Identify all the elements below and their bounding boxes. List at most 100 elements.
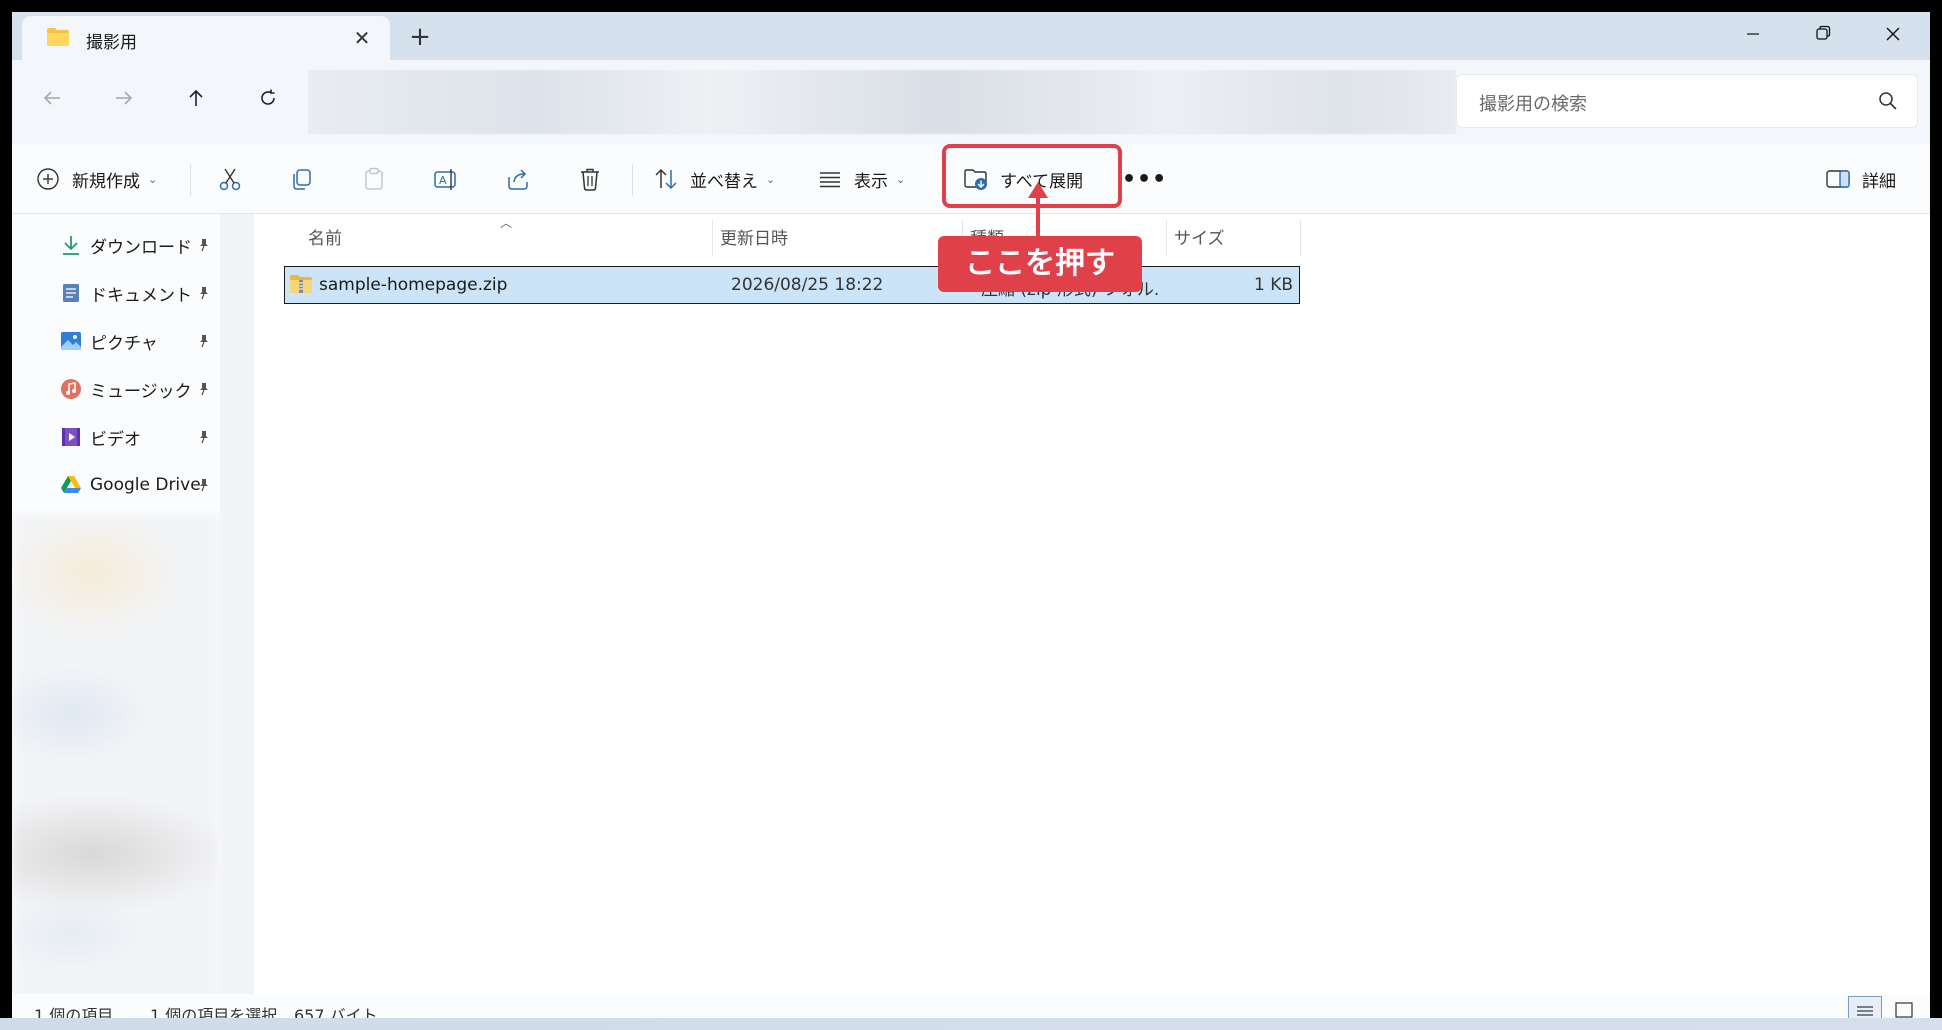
refresh-icon — [261, 89, 275, 105]
pin-icon — [200, 335, 208, 348]
sidebar-item-pictures[interactable]: ピクチャ — [12, 318, 220, 364]
restore-icon — [1816, 25, 1831, 40]
sidebar-item-label: ピクチャ — [90, 333, 158, 354]
search-icon — [1879, 92, 1897, 110]
table-row[interactable]: sample-homepage.zip 2026/08/25 18:22 圧縮 … — [284, 266, 1300, 304]
tab-current-folder[interactable]: 撮影用 ✕ — [22, 16, 390, 60]
list-view-icon — [820, 172, 840, 188]
arrow-left-icon — [43, 91, 60, 105]
sort-ascending-icon: ︿ — [500, 216, 513, 230]
close-icon — [1886, 27, 1900, 41]
chevron-down-icon: ⌄ — [766, 172, 776, 186]
pin-icon — [200, 431, 208, 444]
rename-icon: A — [434, 169, 456, 190]
music-icon — [61, 379, 81, 399]
scissors-icon — [219, 168, 241, 191]
sidebar-blurred-items — [12, 514, 220, 1004]
forward-button[interactable] — [104, 80, 144, 120]
folder-icon — [47, 28, 69, 46]
sidebar-item-label: ビデオ — [90, 429, 141, 450]
paste-button[interactable] — [360, 157, 388, 201]
file-date: 2026/08/25 18:22 — [731, 275, 884, 295]
share-icon — [508, 169, 528, 190]
minimize-icon — [1747, 33, 1759, 35]
sidebar-item-label: Google Drive — [90, 475, 201, 495]
back-button[interactable] — [32, 80, 72, 120]
search-placeholder: 撮影用の検索 — [1479, 94, 1587, 115]
sort-icon — [655, 168, 677, 190]
sidebar-item-google-drive[interactable]: Google Drive — [12, 462, 220, 508]
chevron-down-icon: ⌄ — [896, 172, 906, 186]
separator — [632, 164, 633, 196]
column-divider[interactable] — [1166, 220, 1167, 256]
picture-icon — [61, 332, 81, 350]
details-pane-icon — [1826, 170, 1850, 188]
address-bar[interactable] — [308, 70, 1456, 134]
video-icon — [62, 428, 80, 446]
pin-icon — [200, 287, 208, 300]
refresh-button[interactable] — [248, 80, 288, 120]
more-options-button[interactable]: ••• — [1122, 157, 1167, 201]
sidebar-item-label: ミュージック — [90, 381, 192, 402]
sort-button[interactable]: 並べ替え ⌄ — [652, 157, 775, 201]
svg-text:A: A — [439, 174, 447, 187]
annotation-arrow — [1028, 182, 1048, 242]
sidebar-item-label: ドキュメント — [90, 285, 192, 306]
delete-button[interactable] — [576, 157, 604, 201]
up-button[interactable] — [176, 80, 216, 120]
download-icon — [63, 236, 79, 255]
restore-button[interactable] — [1788, 12, 1858, 60]
sidebar-item-videos[interactable]: ビデオ — [12, 414, 220, 460]
details-pane-button[interactable]: 詳細 — [1824, 157, 1896, 201]
google-drive-icon — [61, 476, 81, 493]
file-size: 1 KB — [1253, 275, 1293, 295]
file-list: ︿ 名前 更新日時 種類 サイズ sample-homepage.zip 202… — [254, 214, 1930, 1004]
sort-button-label: 並べ替え — [690, 171, 758, 192]
separator — [190, 164, 191, 196]
view-button[interactable]: 表示 ⌄ — [816, 157, 905, 201]
pin-icon — [200, 479, 208, 492]
file-explorer-window: 撮影用 ✕ + 撮影用の検索 新規作成 ⌄ A 並べ替え ⌄ 表示 ⌄ すべて展… — [12, 12, 1930, 1030]
pin-icon — [200, 239, 208, 252]
details-label: 詳細 — [1862, 171, 1896, 192]
sidebar-item-documents[interactable]: ドキュメント — [12, 270, 220, 316]
column-header-date[interactable]: 更新日時 — [720, 214, 788, 258]
share-button[interactable] — [504, 157, 532, 201]
view-button-label: 表示 — [854, 171, 888, 192]
pin-icon — [200, 383, 208, 396]
tab-close-button[interactable]: ✕ — [348, 24, 376, 52]
sidebar-scrollbar[interactable] — [220, 214, 254, 1004]
arrow-right-icon — [116, 91, 133, 105]
column-divider[interactable] — [712, 220, 713, 256]
chevron-down-icon: ⌄ — [148, 172, 158, 186]
navigation-pane: ダウンロード ドキュメント ピクチャ ミュージック ビデオ Google Dri… — [12, 214, 220, 1004]
minimize-button[interactable] — [1718, 12, 1788, 60]
title-bar: 撮影用 ✕ + — [12, 12, 1930, 60]
copy-icon — [293, 169, 311, 190]
clipboard-icon — [365, 167, 383, 190]
search-input[interactable]: 撮影用の検索 — [1456, 74, 1918, 128]
file-name: sample-homepage.zip — [319, 275, 508, 295]
new-button-label: 新規作成 — [72, 171, 140, 192]
arrow-up-icon — [189, 89, 203, 106]
document-icon — [63, 284, 79, 302]
rename-button[interactable]: A — [432, 157, 460, 201]
taskbar-strip — [0, 1018, 1942, 1030]
cut-button[interactable] — [216, 157, 244, 201]
zip-folder-icon — [290, 275, 312, 293]
navigation-bar: 撮影用の検索 — [12, 60, 1930, 144]
copy-button[interactable] — [288, 157, 316, 201]
sidebar-item-label: ダウンロード — [90, 237, 192, 258]
close-window-button[interactable] — [1858, 12, 1928, 60]
column-divider[interactable] — [1300, 220, 1301, 256]
new-tab-button[interactable]: + — [404, 22, 436, 54]
new-button[interactable]: 新規作成 ⌄ — [34, 157, 157, 201]
column-header-name[interactable]: 名前 — [308, 214, 342, 258]
annotation-callout: ここを押す — [938, 236, 1142, 292]
plus-circle-icon — [37, 168, 59, 190]
tab-title: 撮影用 — [86, 33, 137, 53]
sidebar-item-music[interactable]: ミュージック — [12, 366, 220, 412]
sidebar-item-downloads[interactable]: ダウンロード — [12, 222, 220, 268]
trash-icon — [581, 168, 599, 191]
column-header-size[interactable]: サイズ — [1174, 214, 1225, 258]
